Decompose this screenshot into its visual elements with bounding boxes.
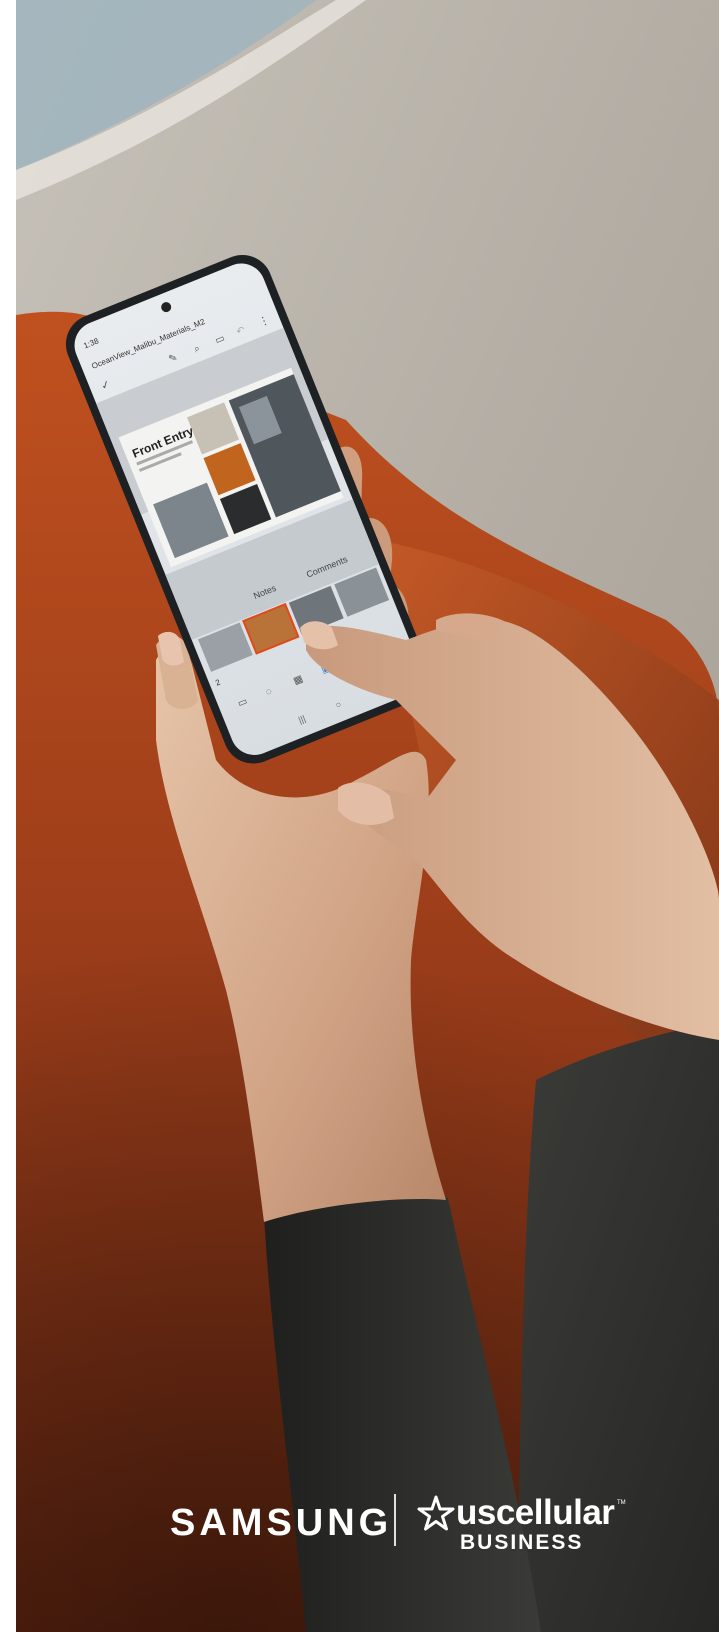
- uscellular-wordmark: uscellular: [456, 1493, 615, 1532]
- lifestyle-photo: 1:38 OceanView_Malibu_Materials_M2 ✓ ✎ ⌕…: [16, 0, 719, 1632]
- logo-divider: [394, 1494, 396, 1546]
- advertisement: 1:38 OceanView_Malibu_Materials_M2 ✓ ✎ ⌕…: [0, 0, 719, 1632]
- brand-logos: SAMSUNG uscellular TM BUSINESS: [0, 1490, 719, 1560]
- business-wordmark: BUSINESS: [460, 1531, 584, 1554]
- photo-illustration: 1:38 OceanView_Malibu_Materials_M2 ✓ ✎ ⌕…: [16, 0, 719, 1632]
- trademark-mark: TM: [617, 1500, 626, 1506]
- uscellular-star-icon: [417, 1495, 455, 1531]
- samsung-logo: SAMSUNG: [170, 1502, 393, 1544]
